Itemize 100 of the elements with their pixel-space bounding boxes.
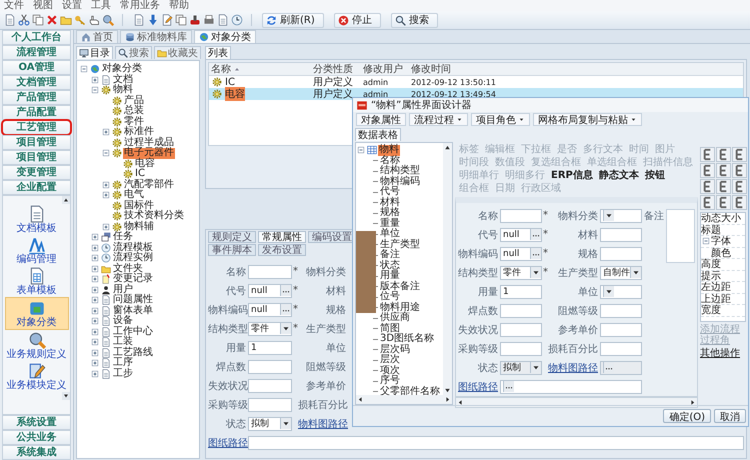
tree-item[interactable]: 物料编码 <box>379 176 421 187</box>
expand-icon[interactable] <box>101 190 111 200</box>
tab[interactable]: 搜索 <box>115 46 152 59</box>
sidebar-item[interactable]: 系统设置 <box>2 415 71 430</box>
dropdown[interactable]: 自制件 <box>600 266 642 280</box>
browse-field[interactable]: null <box>500 246 542 260</box>
text-field[interactable]: 1 <box>500 284 542 298</box>
browse-field[interactable]: null <box>248 284 292 298</box>
tree-item[interactable]: 变更记录 <box>112 274 154 284</box>
expand-icon[interactable] <box>90 348 100 358</box>
sidebar-item[interactable]: 工艺管理 <box>2 120 71 135</box>
tree-item[interactable]: 工艺路线 <box>112 348 154 358</box>
caret-icon[interactable] <box>630 267 641 278</box>
expand-icon[interactable] <box>90 74 100 85</box>
caret-icon[interactable] <box>280 418 291 429</box>
tree-item[interactable]: 工步 <box>112 368 134 379</box>
text-field[interactable] <box>600 304 642 318</box>
collapse-icon[interactable] <box>90 85 100 96</box>
tab[interactable]: 发布设置 <box>258 244 306 256</box>
expand-icon[interactable] <box>90 232 100 242</box>
ellipsis-icon[interactable] <box>603 362 614 373</box>
download-icon[interactable] <box>147 14 159 26</box>
tree-item[interactable]: 汽配零部件 <box>123 180 175 190</box>
ellipsis-icon[interactable] <box>530 248 541 259</box>
align-tool-icon[interactable] <box>732 195 747 210</box>
tree-item[interactable]: 电气 <box>123 190 145 200</box>
tab[interactable]: 首页 <box>76 30 118 43</box>
tree-item[interactable]: 工作中心 <box>112 326 154 337</box>
ellipsis-icon[interactable] <box>280 285 291 296</box>
tree-item[interactable]: 重量 <box>379 218 401 229</box>
dropdown-button[interactable]: 网格布局复制与粘贴 <box>533 113 642 126</box>
property-name[interactable]: 提示 <box>701 268 721 283</box>
dropdown[interactable]: 零件 <box>248 322 292 336</box>
ellipsis-icon[interactable] <box>503 381 514 392</box>
link[interactable]: 其他操作 <box>700 348 746 359</box>
tree-item[interactable]: 名称 <box>379 156 401 166</box>
caret-icon[interactable] <box>603 286 614 297</box>
dropdown-button[interactable]: 项目角色 <box>471 113 530 126</box>
clock-icon[interactable] <box>231 14 243 26</box>
tab[interactable]: 规则定义 <box>208 231 256 243</box>
align-tool-icon[interactable] <box>716 195 731 210</box>
browse-field[interactable]: null <box>500 228 542 242</box>
collapse-icon[interactable] <box>701 236 711 246</box>
delete-icon[interactable] <box>46 14 58 26</box>
ok-button[interactable]: 确定(O) <box>663 409 711 423</box>
tree-item[interactable]: 简图 <box>379 324 401 334</box>
align-tool-icon[interactable] <box>732 179 747 194</box>
scroll-up-icon[interactable] <box>443 143 452 152</box>
sidebar-item[interactable]: 项目管理 <box>2 150 71 165</box>
tree-item[interactable]: 层次 <box>379 355 401 366</box>
document-icon[interactable] <box>217 14 229 26</box>
tree-item[interactable]: 用量 <box>379 271 401 282</box>
expand-icon[interactable] <box>90 295 100 306</box>
property-name[interactable]: 标题 <box>701 222 721 237</box>
dropdown-button[interactable]: 流程过程 <box>409 113 468 126</box>
tree-item[interactable]: 流程模板 <box>112 242 154 253</box>
caret-icon[interactable] <box>530 362 541 373</box>
text-field[interactable] <box>248 436 744 450</box>
tree-item[interactable]: 材料 <box>379 198 401 208</box>
ellipsis-icon[interactable] <box>530 229 541 240</box>
tab[interactable]: 目录 <box>76 46 113 59</box>
scrollbar[interactable] <box>443 143 452 395</box>
menu-item[interactable]: 视图 <box>33 0 53 11</box>
collapse-icon[interactable] <box>101 148 111 158</box>
property-name[interactable]: 动态大小 <box>701 213 741 226</box>
module-button[interactable]: 业务模块定义 <box>4 361 68 392</box>
tree-item[interactable]: 单位 <box>379 229 401 240</box>
property-name[interactable]: 高度 <box>701 257 721 272</box>
tree-item[interactable]: 规格 <box>379 208 401 218</box>
field-link[interactable]: 图纸路径 <box>456 380 500 394</box>
module-button[interactable]: 对象分类 <box>4 297 68 330</box>
tree-item[interactable]: 文档 <box>112 74 134 85</box>
stop-button[interactable]: 停止 <box>334 12 381 28</box>
scrollbar[interactable] <box>455 397 698 408</box>
collapse-icon[interactable] <box>356 145 366 156</box>
expand-icon[interactable] <box>101 127 111 138</box>
column-header[interactable]: 名称 <box>211 62 231 76</box>
toolbar-button[interactable]: 对象属性 <box>356 113 406 126</box>
tree-item[interactable]: 任务 <box>112 232 134 242</box>
scroll-down-icon[interactable] <box>62 392 70 400</box>
stamp-icon[interactable] <box>189 14 201 26</box>
tree-item[interactable]: 版本备注 <box>379 282 421 292</box>
caret-icon[interactable] <box>603 210 614 221</box>
align-tool-icon[interactable] <box>732 147 747 162</box>
align-tool-icon[interactable] <box>700 179 715 194</box>
sidebar-item[interactable]: 项目管理 <box>2 135 71 150</box>
field-link[interactable]: 图纸路径 <box>208 436 248 450</box>
text-field[interactable] <box>248 398 292 412</box>
browse-field[interactable] <box>600 360 642 374</box>
menu-item[interactable]: 工具 <box>91 0 111 11</box>
text-field[interactable]: 1 <box>248 340 292 354</box>
ellipsis-icon[interactable] <box>280 304 291 315</box>
tree-item[interactable]: 窗体表单 <box>112 306 154 316</box>
column-header[interactable]: 修改用户 <box>363 62 403 76</box>
cut-icon[interactable] <box>18 14 30 26</box>
module-button[interactable]: 编码管理 <box>4 235 68 266</box>
text-field[interactable] <box>500 304 542 318</box>
pointer-hand-icon[interactable] <box>88 14 100 26</box>
search-button[interactable]: 搜索 <box>390 12 438 28</box>
menu-item[interactable]: 帮助 <box>169 0 189 11</box>
